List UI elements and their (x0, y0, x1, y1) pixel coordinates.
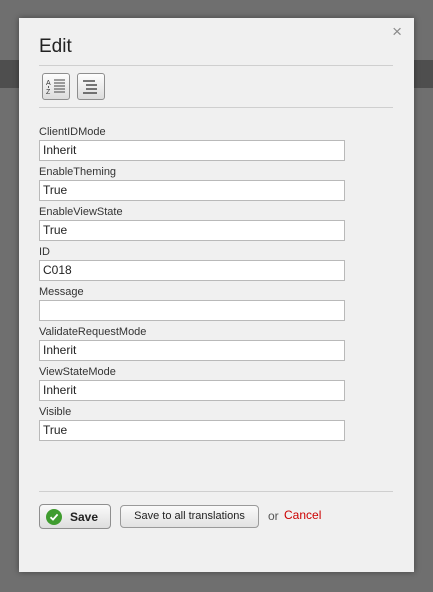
label-clientidmode: ClientIDMode (39, 126, 106, 138)
actions-divider (39, 491, 393, 492)
label-validaterequestmode: ValidateRequestMode (39, 326, 147, 338)
categorized-list-icon (83, 79, 97, 94)
categorized-button[interactable] (77, 73, 105, 100)
label-message: Message (39, 286, 84, 298)
save-button[interactable]: Save (39, 504, 111, 529)
title-divider (39, 65, 393, 66)
viewstatemode-input[interactable]: Inherit (39, 380, 345, 401)
save-to-all-translations-button[interactable]: Save to all translations (120, 505, 259, 528)
label-viewstatemode: ViewStateMode (39, 366, 116, 378)
visible-input[interactable]: True (39, 420, 345, 441)
svg-text:A: A (46, 80, 51, 87)
edit-dialog: × Edit A Z ClientIDMode Inherit EnableTh… (19, 18, 414, 572)
id-input[interactable]: C018 (39, 260, 345, 281)
checkmark-icon (46, 508, 62, 525)
svg-text:Z: Z (46, 89, 51, 96)
validaterequestmode-input[interactable]: Inherit (39, 340, 345, 361)
label-enabletheming: EnableTheming (39, 166, 117, 178)
save-button-label: Save (70, 509, 99, 524)
sort-alphabetical-button[interactable]: A Z (42, 73, 70, 100)
toolbar-divider (39, 107, 393, 108)
label-visible: Visible (39, 406, 72, 418)
label-id: ID (39, 246, 50, 258)
or-text: or (268, 509, 279, 523)
clientidmode-input[interactable]: Inherit (39, 140, 345, 161)
label-enableviewstate: EnableViewState (39, 206, 123, 218)
message-input[interactable] (39, 300, 345, 321)
enabletheming-input[interactable]: True (39, 180, 345, 201)
dialog-title: Edit (39, 36, 72, 57)
sort-alphabetical-icon: A Z (46, 79, 65, 96)
close-icon[interactable]: × (392, 22, 402, 42)
enableviewstate-input[interactable]: True (39, 220, 345, 241)
cancel-link[interactable]: Cancel (284, 508, 321, 522)
